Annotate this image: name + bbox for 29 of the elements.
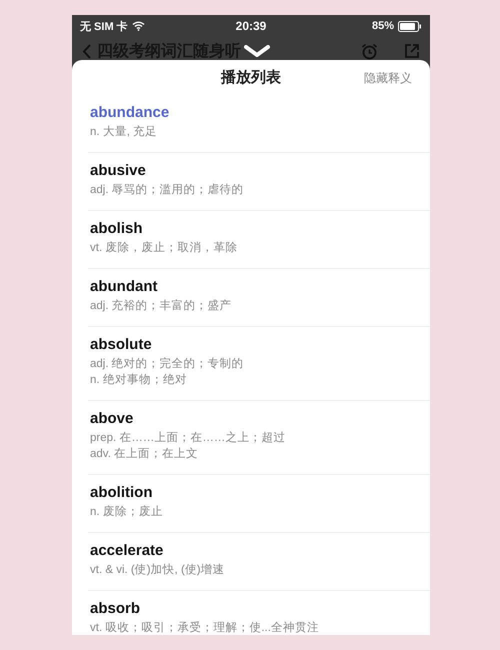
word-title[interactable]: above (90, 409, 134, 429)
word-title[interactable]: absolute (90, 335, 152, 355)
word-definition: n. 废除；废止 (90, 504, 163, 520)
word-definition: vt. & vi. (使)加快, (使)增速 (90, 562, 225, 578)
word-definition: prep. 在……上面；在……之上；超过 adv. 在上面；在上文 (90, 430, 286, 462)
back-icon[interactable] (82, 44, 91, 58)
share-icon[interactable] (404, 43, 420, 59)
word-definition: vt. 废除，废止；取消，革除 (90, 240, 238, 256)
word-definition: adj. 辱骂的；滥用的；虐待的 (90, 182, 244, 198)
wifi-icon (132, 21, 145, 31)
word-title[interactable]: accelerate (90, 541, 164, 561)
word-title[interactable]: abolish (90, 219, 143, 239)
word-title[interactable]: abusive (90, 161, 146, 181)
word-title[interactable]: absorb (90, 599, 140, 619)
word-definition: vt. 吸收；吸引；承受；理解；使...全神贯注 (90, 620, 319, 635)
word-title[interactable]: abundance (90, 103, 170, 123)
word-definition: n. 大量, 充足 (90, 124, 158, 140)
word-title[interactable]: abundant (90, 277, 158, 297)
battery-text: 85% (372, 20, 394, 32)
word-definition: adj. 绝对的；完全的；专制的 n. 绝对事物；绝对 (90, 356, 244, 388)
battery-icon (398, 20, 422, 32)
word-title[interactable]: abolition (90, 483, 152, 503)
carrier-text: 无 SIM 卡 (80, 20, 128, 34)
hide-definitions-button[interactable]: 隐藏释义 (364, 70, 412, 87)
status-time: 20:39 (236, 19, 266, 33)
sheet-title: 播放列表 (221, 68, 281, 87)
alarm-clock-icon[interactable] (361, 42, 378, 60)
word-definition: adj. 充裕的；丰富的；盛产 (90, 298, 232, 314)
chevron-down-icon[interactable] (244, 45, 270, 57)
